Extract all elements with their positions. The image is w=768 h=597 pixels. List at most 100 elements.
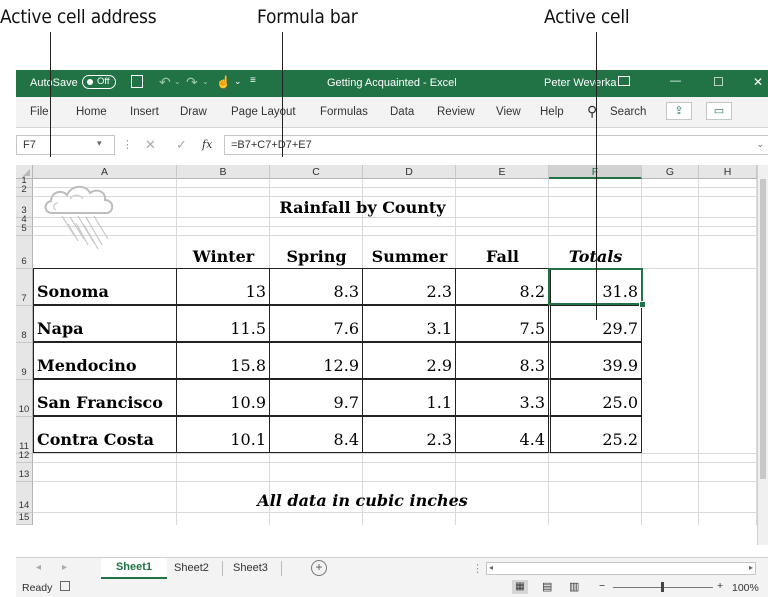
autosave-toggle[interactable]: Off bbox=[82, 75, 116, 89]
tab-data[interactable]: Data bbox=[390, 106, 414, 118]
close-button[interactable]: ✕ bbox=[753, 75, 763, 89]
value-cell[interactable]: 8.2 bbox=[455, 268, 549, 305]
row-header-10[interactable]: 10 bbox=[16, 380, 33, 417]
vertical-scrollbar[interactable] bbox=[757, 165, 768, 545]
row-header-15[interactable]: 15 bbox=[16, 512, 33, 525]
county-cell[interactable]: Contra Costa bbox=[33, 416, 177, 453]
sheet-tab-sheet2[interactable]: Sheet2 bbox=[174, 562, 209, 574]
county-cell[interactable]: Sonoma bbox=[33, 268, 177, 305]
page-break-view-icon[interactable]: ▥ bbox=[569, 580, 579, 593]
zoom-in-icon[interactable]: + bbox=[717, 580, 723, 592]
value-cell[interactable]: 7.5 bbox=[455, 305, 549, 342]
total-cell[interactable]: 29.7 bbox=[548, 305, 642, 342]
search-label[interactable]: Search bbox=[610, 106, 646, 118]
formula-bar-grip-icon[interactable]: ⋮ bbox=[122, 138, 133, 151]
value-cell[interactable]: 7.6 bbox=[269, 305, 363, 342]
value-cell[interactable]: 1.1 bbox=[362, 379, 456, 416]
header-summer[interactable]: Summer bbox=[363, 236, 456, 269]
value-cell[interactable]: 8.3 bbox=[455, 342, 549, 379]
value-cell[interactable]: 15.8 bbox=[176, 342, 270, 379]
value-cell[interactable]: 10.9 bbox=[176, 379, 270, 416]
formula-input[interactable]: =B7+C7+D7+E7 ⌄ bbox=[224, 135, 768, 155]
share-icon[interactable]: ⇪ bbox=[666, 102, 692, 120]
row-header-2[interactable]: 2 bbox=[16, 184, 33, 197]
value-cell[interactable]: 8.3 bbox=[269, 268, 363, 305]
enter-entry-icon[interactable]: ✓ bbox=[176, 137, 187, 153]
zoom-out-icon[interactable]: − bbox=[599, 580, 605, 592]
zoom-slider-thumb[interactable] bbox=[661, 582, 664, 592]
value-cell[interactable]: 3.3 bbox=[455, 379, 549, 416]
column-header-a[interactable]: A bbox=[33, 165, 177, 179]
column-header-e[interactable]: E bbox=[456, 165, 549, 179]
tab-formulas[interactable]: Formulas bbox=[320, 106, 368, 118]
user-name[interactable]: Peter Weverka bbox=[544, 77, 617, 89]
zoom-level[interactable]: 100% bbox=[732, 582, 759, 594]
value-cell[interactable]: 4.4 bbox=[455, 416, 549, 453]
column-header-b[interactable]: B bbox=[177, 165, 270, 179]
county-cell[interactable]: San Francisco bbox=[33, 379, 177, 416]
comments-icon[interactable]: ▭ bbox=[706, 102, 732, 120]
tab-view[interactable]: View bbox=[496, 106, 521, 118]
tab-home[interactable]: Home bbox=[76, 106, 107, 118]
tab-split-grip-icon[interactable]: ⋮ bbox=[472, 562, 483, 575]
value-cell[interactable]: 11.5 bbox=[176, 305, 270, 342]
county-cell[interactable]: Mendocino bbox=[33, 342, 177, 379]
value-cell[interactable]: 2.9 bbox=[362, 342, 456, 379]
name-box[interactable]: F7 ▾ bbox=[16, 135, 115, 155]
touch-mode-icon[interactable]: ☝ bbox=[216, 75, 231, 89]
save-icon[interactable] bbox=[131, 75, 143, 88]
header-winter[interactable]: Winter bbox=[177, 236, 270, 269]
name-box-dropdown-icon[interactable]: ▾ bbox=[97, 138, 102, 149]
value-cell[interactable]: 2.3 bbox=[362, 268, 456, 305]
page-layout-view-icon[interactable]: ▤ bbox=[542, 580, 552, 593]
row-header-8[interactable]: 8 bbox=[16, 306, 33, 343]
value-cell[interactable]: 3.1 bbox=[362, 305, 456, 342]
row-header-6[interactable]: 6 bbox=[16, 236, 33, 269]
sheet-tab-sheet1[interactable]: Sheet1 bbox=[101, 558, 167, 579]
header-fall[interactable]: Fall bbox=[456, 236, 549, 269]
value-cell[interactable]: 8.4 bbox=[269, 416, 363, 453]
insert-function-icon[interactable]: fx bbox=[202, 138, 212, 151]
sheet-tab-sheet3[interactable]: Sheet3 bbox=[233, 562, 268, 574]
column-header-c[interactable]: C bbox=[270, 165, 363, 179]
tab-help[interactable]: Help bbox=[540, 106, 564, 118]
value-cell[interactable]: 2.3 bbox=[362, 416, 456, 453]
row-header-14[interactable]: 14 bbox=[16, 482, 33, 513]
value-cell[interactable]: 12.9 bbox=[269, 342, 363, 379]
tab-insert[interactable]: Insert bbox=[130, 106, 159, 118]
row-header-9[interactable]: 9 bbox=[16, 343, 33, 380]
total-cell[interactable]: 25.0 bbox=[548, 379, 642, 416]
row-header-11[interactable]: 11 bbox=[16, 417, 33, 454]
row-header-12[interactable]: 12 bbox=[16, 450, 33, 463]
scroll-thumb[interactable] bbox=[760, 179, 766, 479]
column-header-g[interactable]: G bbox=[642, 165, 699, 179]
restore-button[interactable]: ☐ bbox=[713, 75, 724, 89]
scroll-right-icon[interactable]: ▸ bbox=[62, 562, 67, 573]
expand-formula-bar-icon[interactable]: ⌄ bbox=[756, 139, 764, 150]
value-cell[interactable]: 9.7 bbox=[269, 379, 363, 416]
total-cell[interactable]: 25.2 bbox=[548, 416, 642, 453]
add-sheet-button[interactable]: + bbox=[311, 560, 327, 576]
row-header-5[interactable]: 5 bbox=[16, 223, 33, 236]
minimize-button[interactable]: — bbox=[670, 75, 681, 87]
value-cell[interactable]: 13 bbox=[176, 268, 270, 305]
h-scroll-left-icon[interactable]: ◂ bbox=[489, 563, 493, 572]
tab-page-layout[interactable]: Page Layout bbox=[231, 106, 296, 118]
redo-icon[interactable]: ↷ bbox=[186, 74, 198, 91]
tab-draw[interactable]: Draw bbox=[180, 106, 207, 118]
cancel-entry-icon[interactable]: ✕ bbox=[145, 137, 156, 153]
customize-qat-icon[interactable]: ⌄ bbox=[234, 76, 242, 87]
row-header-13[interactable]: 13 bbox=[16, 463, 33, 482]
macro-record-icon[interactable] bbox=[60, 581, 70, 591]
qat-more-icon[interactable]: ≡ bbox=[250, 75, 256, 86]
normal-view-icon[interactable]: ▦ bbox=[512, 580, 528, 594]
undo-icon[interactable]: ↶ bbox=[159, 74, 171, 91]
total-cell[interactable]: 39.9 bbox=[548, 342, 642, 379]
undo-dropdown-icon[interactable]: ⌄ bbox=[174, 77, 181, 86]
horizontal-scrollbar[interactable]: ◂ ▸ bbox=[486, 562, 756, 575]
county-cell[interactable]: Napa bbox=[33, 305, 177, 342]
redo-dropdown-icon[interactable]: ⌄ bbox=[202, 77, 209, 86]
tab-review[interactable]: Review bbox=[437, 106, 475, 118]
scroll-left-icon[interactable]: ◂ bbox=[36, 562, 41, 573]
row-header-7[interactable]: 7 bbox=[16, 269, 33, 306]
